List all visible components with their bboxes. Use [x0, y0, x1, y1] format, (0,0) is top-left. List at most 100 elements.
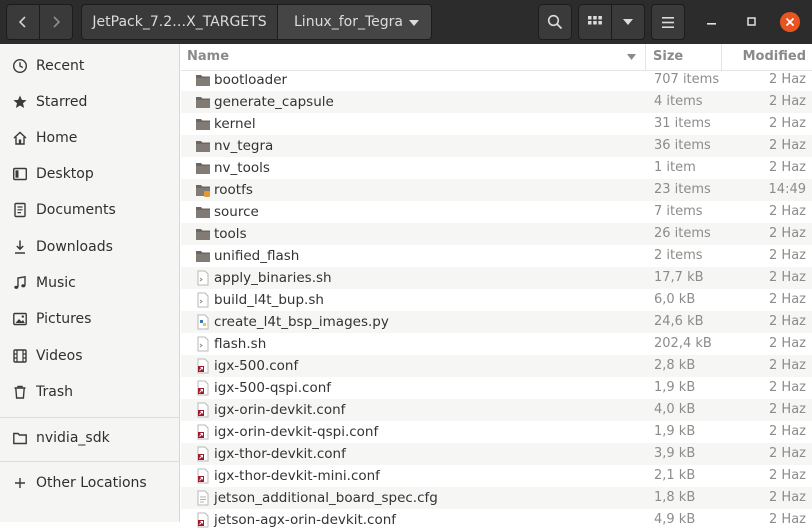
- document-icon: [14, 202, 26, 218]
- breadcrumb-parent[interactable]: JetPack_7.2…X_TARGETS: [81, 4, 278, 40]
- sidebar-item-label: Downloads: [36, 239, 113, 255]
- maximize-button[interactable]: [740, 4, 764, 40]
- breadcrumb-current[interactable]: Linux_for_Tegra: [277, 4, 432, 40]
- folder-icon: [195, 138, 211, 154]
- file-name: create_l4t_bsp_images.py: [214, 314, 389, 330]
- file-row[interactable]: rootfs 23 items 14:49: [181, 179, 812, 201]
- file-row[interactable]: nv_tegra 36 items 2 Haz: [181, 135, 812, 157]
- sidebar-item-label: Music: [36, 275, 76, 291]
- sidebar-item-documents[interactable]: Documents: [0, 193, 179, 227]
- sidebar-item-label: Starred: [36, 94, 88, 110]
- triangle-down-icon[interactable]: [409, 20, 419, 26]
- sidebar-item-desktop[interactable]: Desktop: [0, 157, 179, 191]
- file-row[interactable]: create_l4t_bsp_images.py 24,6 kB 2 Haz: [181, 311, 812, 333]
- script-file-icon: [195, 270, 211, 286]
- file-row[interactable]: igx-500-qspi.conf 1,9 kB 2 Haz: [181, 377, 812, 399]
- sidebar-divider: [0, 417, 179, 418]
- sidebar-item-label: Trash: [36, 384, 73, 400]
- file-name: igx-thor-devkit.conf: [214, 446, 346, 462]
- file-size: 23 items: [654, 182, 711, 197]
- file-row[interactable]: apply_binaries.sh 17,7 kB 2 Haz: [181, 267, 812, 289]
- sidebar-item-starred[interactable]: Starred: [0, 85, 179, 119]
- sidebar-item-recent[interactable]: Recent: [0, 49, 179, 83]
- file-modified: 2 Haz: [769, 138, 806, 153]
- file-row[interactable]: unified_flash 2 items 2 Haz: [181, 245, 812, 267]
- file-row[interactable]: jetson-agx-orin-devkit.conf 4,9 kB 2 Haz: [181, 509, 812, 531]
- sidebar-item-pictures[interactable]: Pictures: [0, 302, 179, 336]
- sidebar-item-downloads[interactable]: Downloads: [0, 230, 179, 264]
- file-size: 7 items: [654, 204, 703, 219]
- column-header-name[interactable]: Name: [187, 44, 229, 70]
- file-row[interactable]: flash.sh 202,4 kB 2 Haz: [181, 333, 812, 355]
- file-name: tools: [214, 226, 247, 242]
- file-size: 202,4 kB: [654, 336, 712, 351]
- column-header-modified[interactable]: Modified: [743, 44, 806, 70]
- sidebar-item-other-locations[interactable]: Other Locations: [0, 466, 179, 500]
- file-row[interactable]: generate_capsule 4 items 2 Haz: [181, 91, 812, 113]
- sidebar-item-videos[interactable]: Videos: [0, 339, 179, 373]
- maximize-icon: [747, 17, 756, 26]
- file-size: 1,8 kB: [654, 490, 696, 505]
- file-size: 24,6 kB: [654, 314, 704, 329]
- search-icon: [547, 14, 563, 30]
- file-row[interactable]: source 7 items 2 Haz: [181, 201, 812, 223]
- file-modified: 14:49: [768, 182, 806, 197]
- breadcrumb-current-label: Linux_for_Tegra: [294, 14, 403, 30]
- file-row[interactable]: nv_tools 1 item 2 Haz: [181, 157, 812, 179]
- sidebar-item-home[interactable]: Home: [0, 121, 179, 155]
- file-row[interactable]: igx-500.conf 2,8 kB 2 Haz: [181, 355, 812, 377]
- plus-icon: [15, 478, 25, 488]
- file-row[interactable]: bootloader 707 items 2 Haz: [181, 69, 812, 91]
- file-modified: 2 Haz: [769, 446, 806, 461]
- file-modified: 2 Haz: [769, 270, 806, 285]
- back-button[interactable]: [6, 4, 40, 40]
- link-file-icon: [195, 380, 211, 396]
- file-size: 6,0 kB: [654, 292, 696, 307]
- file-name: bootloader: [214, 72, 288, 88]
- link-file-icon: [195, 424, 211, 440]
- home-icon: [13, 131, 27, 145]
- file-modified: 2 Haz: [769, 402, 806, 417]
- view-toggle-button[interactable]: [578, 4, 612, 40]
- file-size: 17,7 kB: [654, 270, 704, 285]
- link-file-icon: [195, 468, 211, 484]
- file-name: igx-thor-devkit-mini.conf: [214, 468, 380, 484]
- file-row[interactable]: tools 26 items 2 Haz: [181, 223, 812, 245]
- file-name: nv_tegra: [214, 138, 274, 154]
- forward-button[interactable]: [39, 4, 73, 40]
- folder-locked-icon: [195, 182, 211, 198]
- sidebar-item-music[interactable]: Music: [0, 266, 179, 300]
- minimize-button[interactable]: [700, 4, 724, 40]
- file-size: 4,0 kB: [654, 402, 696, 417]
- sort-down-icon[interactable]: [627, 54, 636, 60]
- trash-icon: [14, 385, 26, 399]
- file-modified: 2 Haz: [769, 292, 806, 307]
- file-size: 4,9 kB: [654, 512, 696, 527]
- view-options-button[interactable]: [611, 4, 645, 40]
- file-row[interactable]: jetson_additional_board_spec.cfg 1,8 kB 2 …: [181, 487, 812, 509]
- sidebar-item-label: Documents: [36, 202, 116, 218]
- sidebar-item-nvidia-sdk[interactable]: nvidia_sdk: [0, 421, 179, 455]
- app-menu-button[interactable]: [651, 4, 685, 40]
- file-name: unified_flash: [214, 248, 300, 264]
- file-name: build_l4t_bup.sh: [214, 292, 324, 308]
- file-name: generate_capsule: [214, 94, 334, 110]
- sidebar-item-label: nvidia_sdk: [36, 430, 110, 446]
- file-size: 1 item: [654, 160, 696, 175]
- file-size: 707 items: [654, 72, 720, 87]
- file-row[interactable]: igx-orin-devkit-qspi.conf 1,9 kB 2 Haz: [181, 421, 812, 443]
- file-row[interactable]: igx-thor-devkit.conf 3,9 kB 2 Haz: [181, 443, 812, 465]
- file-row[interactable]: igx-orin-devkit.conf 4,0 kB 2 Haz: [181, 399, 812, 421]
- file-row[interactable]: build_l4t_bup.sh 6,0 kB 2 Haz: [181, 289, 812, 311]
- column-divider[interactable]: [645, 44, 646, 70]
- folder-icon: [195, 248, 211, 264]
- sidebar-item-trash[interactable]: Trash: [0, 375, 179, 409]
- file-row[interactable]: kernel 31 items 2 Haz: [181, 113, 812, 135]
- minimize-icon: [707, 23, 716, 25]
- file-modified: 2 Haz: [769, 72, 806, 87]
- file-row[interactable]: igx-thor-devkit-mini.conf 2,1 kB 2 Haz: [181, 465, 812, 487]
- column-divider[interactable]: [721, 44, 722, 70]
- column-header-size[interactable]: Size: [653, 44, 683, 70]
- search-button[interactable]: [538, 4, 572, 40]
- close-button[interactable]: [778, 4, 802, 40]
